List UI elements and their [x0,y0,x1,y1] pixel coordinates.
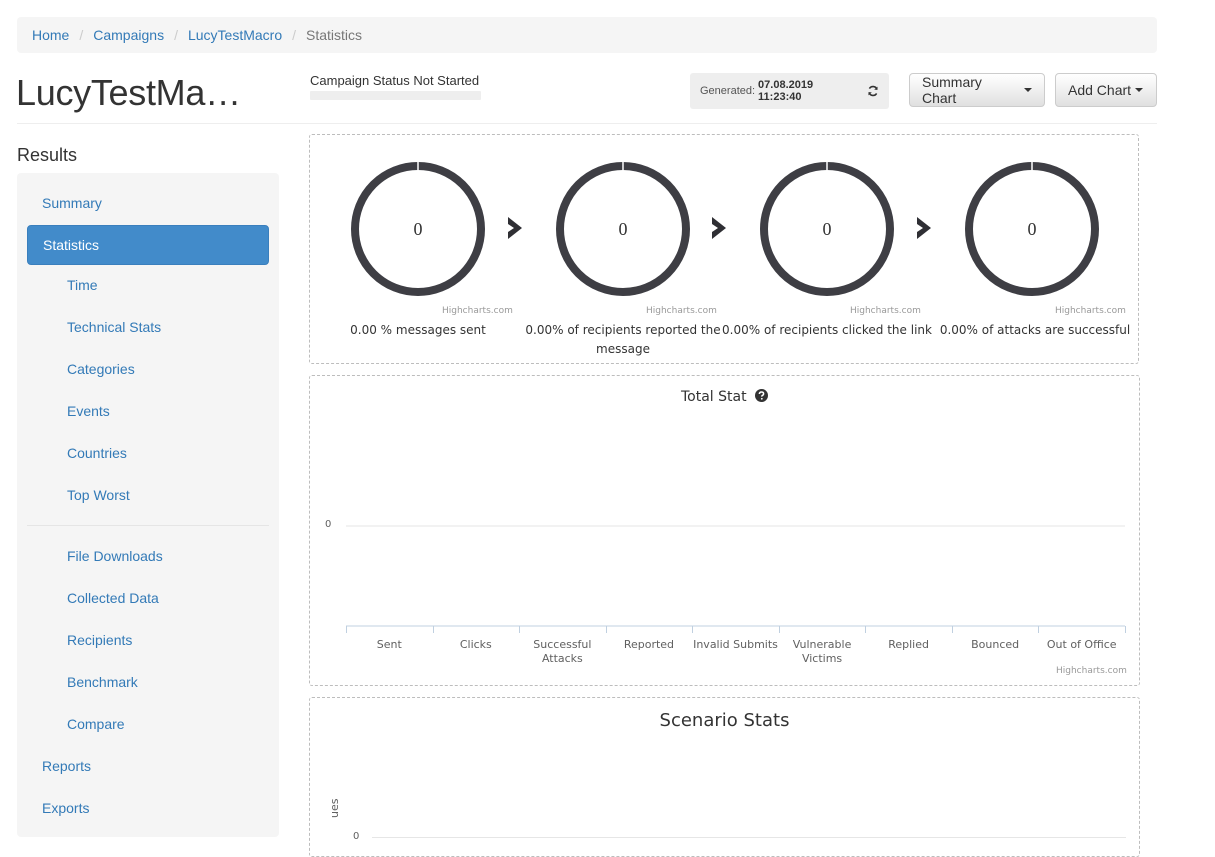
breadcrumb-separator: / [174,27,178,43]
sidebar-item-benchmark[interactable]: Benchmark [27,662,269,702]
donut-value: 0 [822,218,832,239]
donut-label-sent: 0.00 % messages sent [350,323,486,337]
campaign-status: Campaign Status Not Started [310,73,481,100]
sidebar-item-collected-data[interactable]: Collected Data [27,578,269,618]
donut-value: 0 [413,218,423,239]
summary-chart-label: Summary Chart [922,74,982,106]
donut-chart-sent: 0 [348,159,488,299]
breadcrumb-campaigns-link[interactable]: Campaigns [93,27,164,43]
y-axis-tick-label: 0 [353,831,360,842]
breadcrumb-campaign-link[interactable]: LucyTestMacro [188,27,282,43]
highcharts-credit[interactable]: Highcharts.com [442,306,513,316]
sidebar-item-label: Countries [67,445,127,461]
chevron-right-icon [712,217,726,239]
sidebar-item-label: File Downloads [67,548,163,564]
sidebar-item-events[interactable]: Events [27,391,269,431]
highcharts-credit[interactable]: Highcharts.com [646,306,717,316]
sidebar-item-technical-stats[interactable]: Technical Stats [27,307,269,347]
scenario-stats-title: Scenario Stats [659,710,790,731]
sidebar-item-statistics[interactable]: Statistics [27,225,269,265]
donut-chart-reported: 0 [553,159,693,299]
sidebar-item-exports[interactable]: Exports [27,788,269,828]
sidebar-item-recipients[interactable]: Recipients [27,620,269,660]
donut-chart-clicked: 0 [757,159,897,299]
scenario-stats-panel: Scenario Stats ues 0 [309,697,1140,857]
funnel-panel: 0 Highcharts.com 0.00 % messages sent 0 … [309,134,1139,364]
sidebar-item-label: Technical Stats [67,319,162,335]
add-chart-label: Add Chart [1068,82,1132,98]
sidebar-item-label: Events [67,403,110,419]
breadcrumb-home-link[interactable]: Home [32,27,69,43]
add-chart-button[interactable]: Add Chart [1055,73,1157,107]
sidebar-item-label: Compare [67,716,125,732]
sidebar-item-time[interactable]: Time [27,265,269,305]
sidebar-item-label: Statistics [43,237,100,253]
x-axis-label-vulnerable-victims: Vulnerable Victims [792,638,852,665]
chevron-right-icon [917,217,931,239]
total-stat-panel: Total Stat 0 Sent Clicks Successful Attack… [309,375,1140,686]
scenario-grid-line [372,837,1126,838]
sidebar-item-compare[interactable]: Compare [27,704,269,744]
sidebar-item-summary[interactable]: Summary [27,183,269,223]
donut-value: 0 [618,218,628,239]
sidebar-item-reports[interactable]: Reports [27,746,269,786]
donut-label-successful: 0.00% of attacks are successful [939,323,1131,337]
sidebar-divider [27,525,269,526]
x-axis-label-sent: Sent [376,638,402,651]
sidebar-item-top-worst[interactable]: Top Worst [27,475,269,515]
chevron-right-icon [508,217,522,239]
breadcrumb-separator: / [292,27,297,43]
sidebar-item-file-downloads[interactable]: File Downloads [27,536,269,576]
x-axis-label-invalid-submits: Invalid Submits [693,638,778,651]
sidebar-item-label: Top Worst [67,487,130,503]
page-title: LucyTestMa… [16,72,241,113]
highcharts-credit[interactable]: Highcharts.com [1056,666,1127,676]
donut-value: 0 [1027,218,1037,239]
header-divider [17,123,1157,124]
generated-timestamp: Generated: 07.08.2019 11:23:40 [690,73,889,109]
caret-down-icon [1024,88,1032,92]
sidebar-item-categories[interactable]: Categories [27,349,269,389]
generated-label: Generated: [700,85,756,97]
refresh-icon[interactable] [867,85,879,97]
sidebar-item-countries[interactable]: Countries [27,433,269,473]
breadcrumb: Home / Campaigns / LucyTestMacro / Stati… [17,17,1157,53]
sidebar-item-label: Summary [42,195,102,211]
x-axis-label-out-of-office: Out of Office [1046,638,1117,651]
results-sidebar: Summary Statistics Time Technical Stats … [17,173,279,837]
x-axis-label-clicks: Clicks [459,638,492,651]
sidebar-item-label: Collected Data [67,590,159,606]
caret-down-icon [1135,88,1144,92]
y-axis-label: ues [328,798,341,818]
donut-chart-successful: 0 [962,159,1102,299]
donut-label-clicked: 0.00% of recipients clicked the link [722,323,932,337]
highcharts-credit[interactable]: Highcharts.com [1055,306,1126,316]
x-axis-label-bounced: Bounced [971,638,1020,651]
results-heading: Results [17,145,78,165]
highcharts-credit[interactable]: Highcharts.com [850,306,921,316]
campaign-status-text: Campaign Status Not Started [310,73,480,88]
sidebar-item-label: Exports [42,800,90,816]
sidebar-item-label: Time [67,277,98,293]
x-axis-label-successful-attacks: Successful Attacks [533,638,592,665]
summary-chart-button[interactable]: Summary Chart [909,73,1045,107]
breadcrumb-separator: / [79,27,84,43]
sidebar-item-label: Benchmark [67,674,138,690]
sidebar-item-label: Recipients [67,632,133,648]
sidebar-item-label: Categories [67,361,135,377]
generated-value: 07.08.2019 11:23:40 [758,79,814,103]
x-axis-label-replied: Replied [888,638,929,651]
donut-label-reported: 0.00% of recipients reported the message [525,323,721,356]
sidebar-item-label: Reports [42,758,92,774]
breadcrumb-current: Statistics [306,27,363,43]
x-axis-label-reported: Reported [623,638,675,651]
campaign-status-progress-bar [310,91,481,100]
